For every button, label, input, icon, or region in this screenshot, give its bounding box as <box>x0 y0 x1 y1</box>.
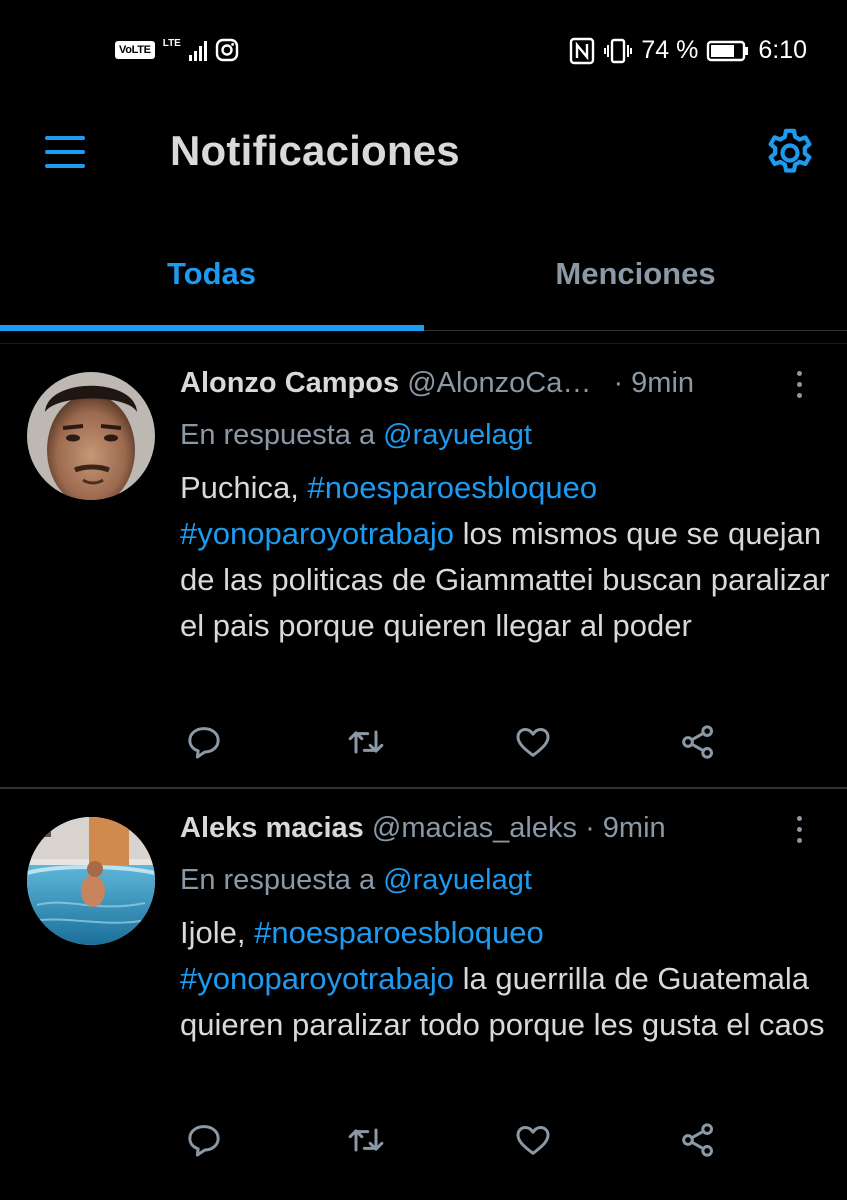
tweet-time: 9min <box>602 812 666 844</box>
separator-dot: · <box>613 367 624 399</box>
gear-icon[interactable] <box>762 125 818 181</box>
reply-icon[interactable] <box>184 722 224 762</box>
reply-context: En respuesta a @rayuelagt <box>180 419 532 452</box>
battery-percent: 74 % <box>641 36 699 64</box>
tweet-header: Aleks macias @macias_aleks · 9min <box>180 812 666 845</box>
separator-dot: · <box>585 812 595 844</box>
page-title: Notificaciones <box>170 127 460 174</box>
avatar[interactable] <box>27 817 155 945</box>
tweet-item[interactable]: Alonzo Campos @AlonzoCa… · 9min En respu… <box>0 345 847 785</box>
tab-menciones[interactable]: Menciones <box>424 235 847 330</box>
like-heart-icon[interactable] <box>513 722 553 762</box>
author-name[interactable]: Aleks macias <box>180 812 364 844</box>
author-name[interactable]: Alonzo Campos <box>180 367 399 399</box>
vibrate-icon <box>604 38 633 63</box>
tweet-text-lead: Ijole, <box>180 915 255 950</box>
tweet-actions <box>180 1120 740 1160</box>
notification-tabs: Todas Menciones <box>0 235 847 331</box>
avatar[interactable] <box>27 372 155 500</box>
more-options-icon[interactable] <box>792 369 806 401</box>
reply-prefix: En respuesta a <box>180 864 376 896</box>
lte-label: LTE <box>162 38 181 49</box>
tab-todas[interactable]: Todas <box>0 235 423 330</box>
hashtag-link[interactable]: #yonoparoyotrabajo <box>180 961 454 996</box>
tweet-header: Alonzo Campos @AlonzoCa… · 9min <box>180 367 694 400</box>
active-tab-indicator <box>0 325 424 331</box>
battery-icon <box>707 40 749 61</box>
tweet-item[interactable]: Aleks macias @macias_aleks · 9min En res… <box>0 790 847 1200</box>
tweet-actions <box>180 722 740 762</box>
divider <box>0 343 847 344</box>
divider <box>0 787 847 789</box>
hashtag-link[interactable]: #yonoparoyotrabajo <box>180 516 454 551</box>
author-handle[interactable]: @AlonzoCa… <box>407 367 591 399</box>
hashtag-link[interactable]: #noesparoesbloqueo <box>254 915 544 950</box>
tweet-text: Puchica, #noesparoesbloqueo #yonoparoyotr… <box>180 465 830 649</box>
tweet-text: Ijole, #noesparoesbloqueo #yonoparoyotrab… <box>180 910 830 1048</box>
share-icon[interactable] <box>678 1120 718 1160</box>
signal-icon <box>188 39 207 61</box>
share-icon[interactable] <box>678 722 718 762</box>
reply-mention-link[interactable]: @rayuelagt <box>383 419 532 451</box>
status-right: 74 % 6:10 <box>569 36 807 65</box>
hashtag-link[interactable]: #noesparoesbloqueo <box>308 470 598 505</box>
reply-icon[interactable] <box>184 1120 224 1160</box>
reply-mention-link[interactable]: @rayuelagt <box>383 864 532 896</box>
like-heart-icon[interactable] <box>513 1120 553 1160</box>
instagram-icon <box>215 38 239 62</box>
tweet-time: 9min <box>631 367 695 399</box>
nfc-icon <box>570 37 595 64</box>
retweet-icon[interactable] <box>346 1120 386 1160</box>
clock: 6:10 <box>758 36 807 64</box>
retweet-icon[interactable] <box>346 722 386 762</box>
reply-context: En respuesta a @rayuelagt <box>180 864 532 897</box>
status-bar: VoLTE LTE 74 % 6:10 <box>0 0 847 105</box>
author-handle[interactable]: @macias_aleks <box>372 812 577 844</box>
more-options-icon[interactable] <box>792 814 806 846</box>
status-left: VoLTE LTE <box>115 38 239 62</box>
reply-prefix: En respuesta a <box>180 419 376 451</box>
hamburger-menu-icon[interactable] <box>45 135 85 169</box>
app-bar: Notificaciones <box>0 105 847 200</box>
volte-badge: VoLTE <box>115 41 155 59</box>
tweet-text-lead: Puchica, <box>180 470 308 505</box>
